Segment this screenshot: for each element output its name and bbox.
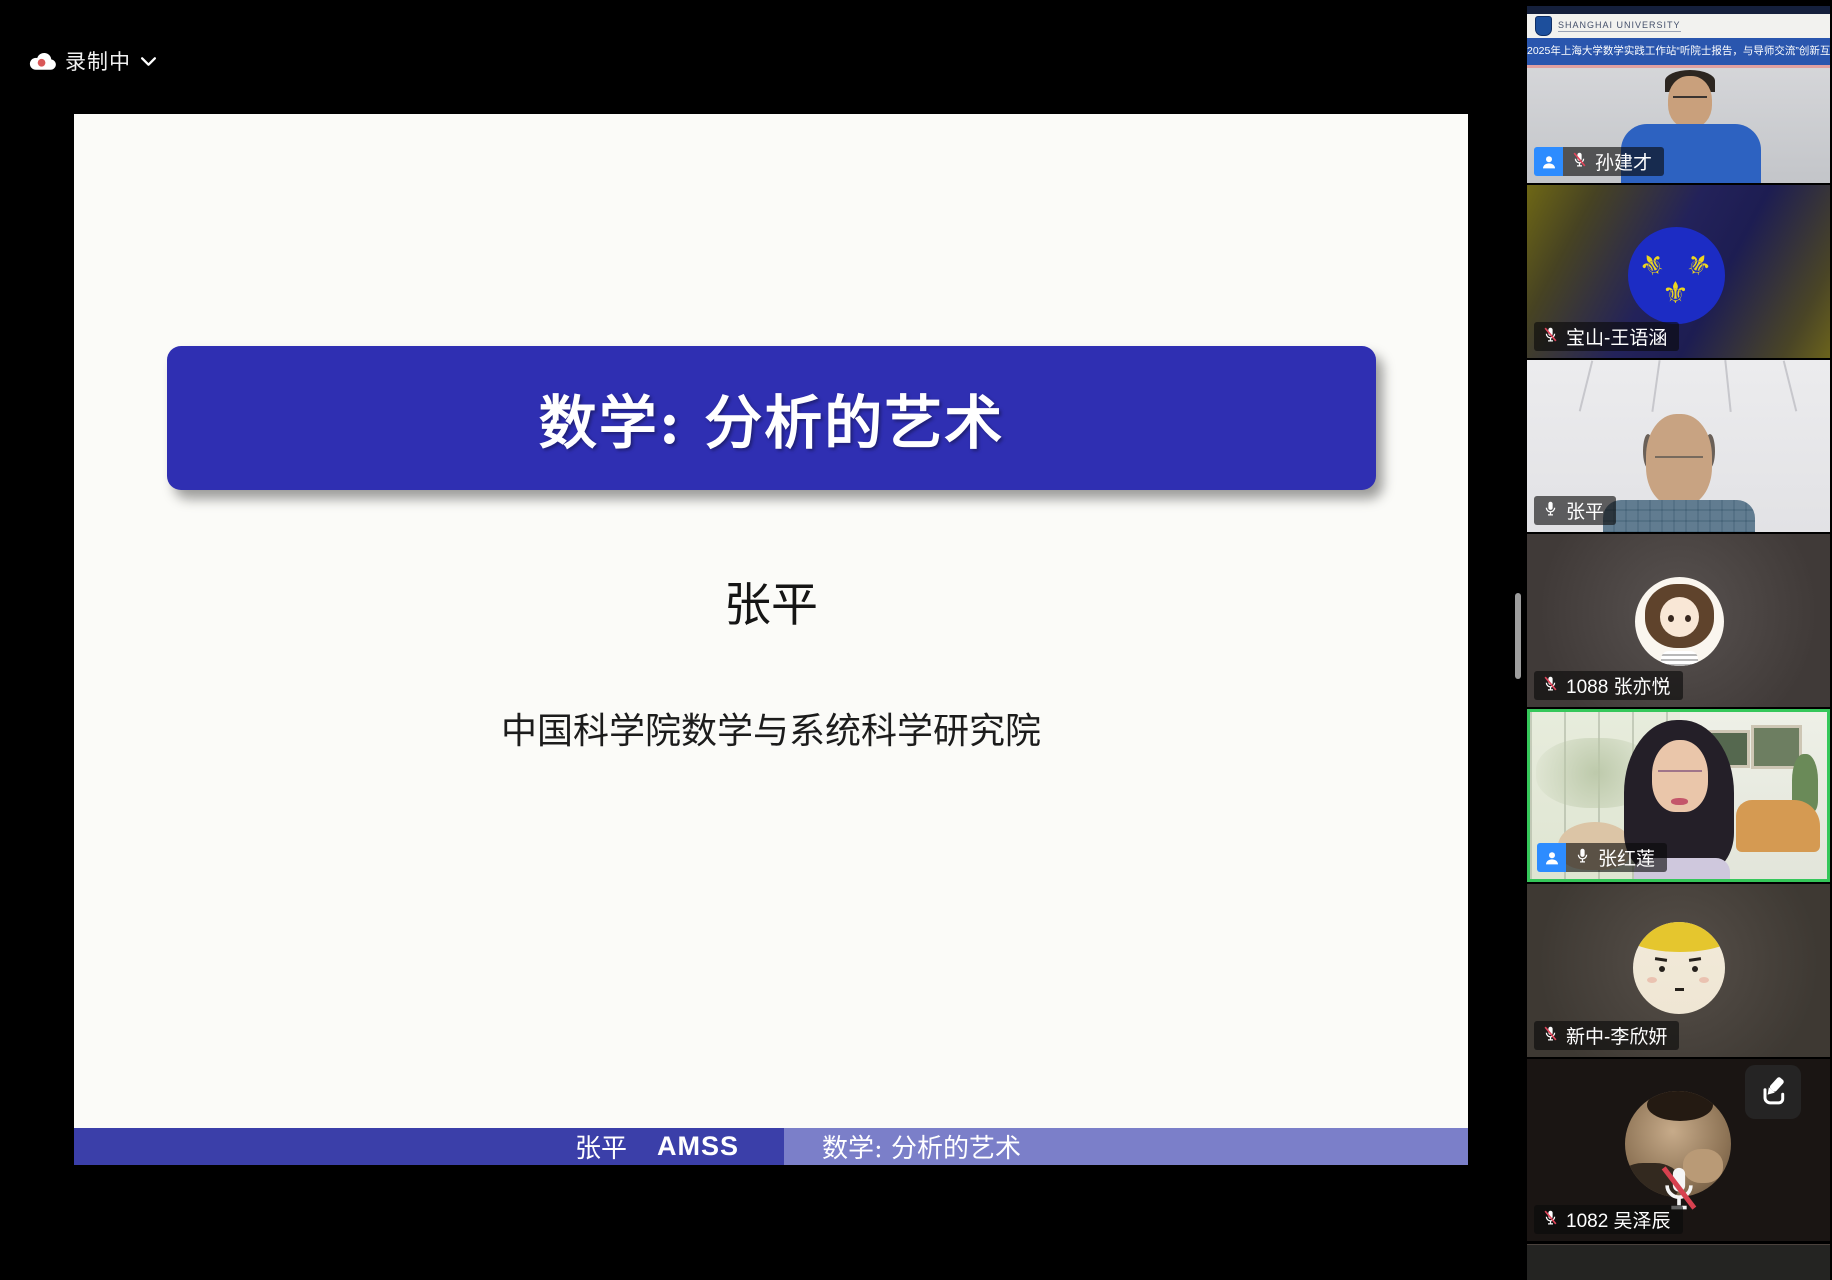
person-glasses (1673, 96, 1707, 107)
participant-name: 宝山-王语涵 (1566, 323, 1667, 350)
participant-name-tag: 1082 吴泽辰 (1534, 1205, 1683, 1234)
avatar-mouth (1675, 988, 1684, 991)
participant-tile-sunjiancai[interactable]: SHANGHAI UNIVERSITY 2025年上海大学数学实践工作站“听院士… (1527, 6, 1830, 183)
sidebar-scrollbar[interactable] (1515, 593, 1521, 679)
sofa (1736, 800, 1820, 852)
shared-screen-slide: 数学: 分析的艺术 张平 中国科学院数学与系统科学研究院 张平 AMSS 数学:… (74, 114, 1468, 1165)
slide-institute: 中国科学院数学与系统科学研究院 (74, 702, 1468, 754)
fleur-de-lis-icon: ⚜ (1662, 279, 1689, 309)
participant-name-tag: 张红莲 (1537, 843, 1667, 872)
mic-muted-icon (1542, 1025, 1559, 1047)
avatar-shirt (1661, 651, 1698, 666)
avatar-cheek (1699, 977, 1709, 983)
participant-tile-partial[interactable] (1527, 1244, 1830, 1280)
mic-muted-icon (1542, 1209, 1559, 1231)
participant-name: 孙建才 (1595, 148, 1652, 175)
participant-name: 张平 (1566, 497, 1604, 524)
mic-muted-icon (1542, 326, 1559, 348)
participant-name: 张红莲 (1598, 844, 1655, 871)
participant-name-tag: 1088 张亦悦 (1534, 671, 1683, 700)
avatar-eye (1659, 966, 1665, 972)
footer-presenter: 张平 (575, 1128, 627, 1165)
chevron-down-icon[interactable] (140, 56, 157, 67)
participant-name-tag: 新中-李欣妍 (1534, 1021, 1679, 1050)
meeting-window: 录制中 数学: 分析的艺术 张平 中国科学院数学与系统科学研究院 张平 AMSS… (0, 0, 1832, 1280)
slide-title: 数学: 分析的艺术 (539, 376, 1005, 460)
avatar-hair (1647, 1091, 1713, 1121)
slide-footer-bar: 张平 AMSS 数学: 分析的艺术 (74, 1128, 1468, 1165)
avatar-eye (1692, 966, 1698, 972)
person-lips (1671, 798, 1688, 805)
mic-on-icon (1574, 847, 1591, 869)
avatar-face (1660, 597, 1699, 637)
mic-on-icon (1542, 500, 1559, 522)
avatar-brow (1655, 957, 1667, 962)
mic-muted-icon (1542, 675, 1559, 697)
recording-cloud-icon (28, 51, 56, 71)
participant-name-tag: 张平 (1534, 496, 1616, 525)
video-logo-band: SHANGHAI UNIVERSITY (1527, 14, 1830, 38)
slide-footer-left: 张平 AMSS (74, 1128, 784, 1165)
video-backdrop (1527, 6, 1830, 14)
avatar-brow (1689, 957, 1701, 962)
participant-tile-lixinyan[interactable]: 新中-李欣妍 (1527, 884, 1830, 1057)
mic-muted-icon (1571, 151, 1588, 173)
person-shirt (1603, 500, 1755, 532)
annotate-pen-button[interactable] (1745, 1065, 1801, 1119)
footer-title: 数学: 分析的艺术 (822, 1128, 1021, 1165)
host-badge-icon (1534, 147, 1563, 176)
participant-name: 1082 吴泽辰 (1566, 1206, 1671, 1233)
recording-indicator[interactable]: 录制中 (28, 46, 157, 76)
avatar (1633, 922, 1725, 1014)
host-badge-icon (1537, 843, 1566, 872)
participant-tile-wangyuhan[interactable]: ⚜ ⚜ ⚜ 宝山-王语涵 (1527, 185, 1830, 358)
person-glasses (1655, 456, 1703, 470)
avatar-eye (1685, 615, 1691, 622)
university-logo-text: SHANGHAI UNIVERSITY (1558, 20, 1681, 32)
avatar-hat (1633, 922, 1725, 952)
participant-tile-wuzechen[interactable]: 1082 吴泽辰 (1527, 1059, 1830, 1241)
slide-author: 张平 (74, 566, 1468, 635)
participant-tile-zhangyiyue[interactable]: 1088 张亦悦 (1527, 534, 1830, 707)
event-banner-text: 2025年上海大学数学实践工作站“听院士报告，与导师交流”创新互活动 (1527, 38, 1830, 65)
participant-name-tag: 孙建才 (1534, 147, 1664, 176)
avatar-eye (1668, 615, 1674, 622)
participant-name: 新中-李欣妍 (1566, 1022, 1667, 1049)
participant-tile-zhanghonglian[interactable]: 张红莲 (1527, 709, 1830, 882)
recording-label: 录制中 (65, 46, 131, 76)
avatar (1635, 577, 1724, 666)
avatar-cheek (1647, 977, 1657, 983)
participant-tile-zhangping[interactable]: 张平 (1527, 360, 1830, 532)
participant-name: 1088 张亦悦 (1566, 672, 1671, 699)
slide-title-banner: 数学: 分析的艺术 (167, 346, 1376, 490)
person-glasses (1658, 770, 1702, 782)
avatar: ⚜ ⚜ ⚜ (1628, 227, 1725, 324)
slide-footer-right: 数学: 分析的艺术 (784, 1128, 1468, 1165)
university-shield-logo (1535, 16, 1552, 36)
footer-affiliation: AMSS (657, 1131, 739, 1162)
participant-name-tag: 宝山-王语涵 (1534, 322, 1679, 351)
